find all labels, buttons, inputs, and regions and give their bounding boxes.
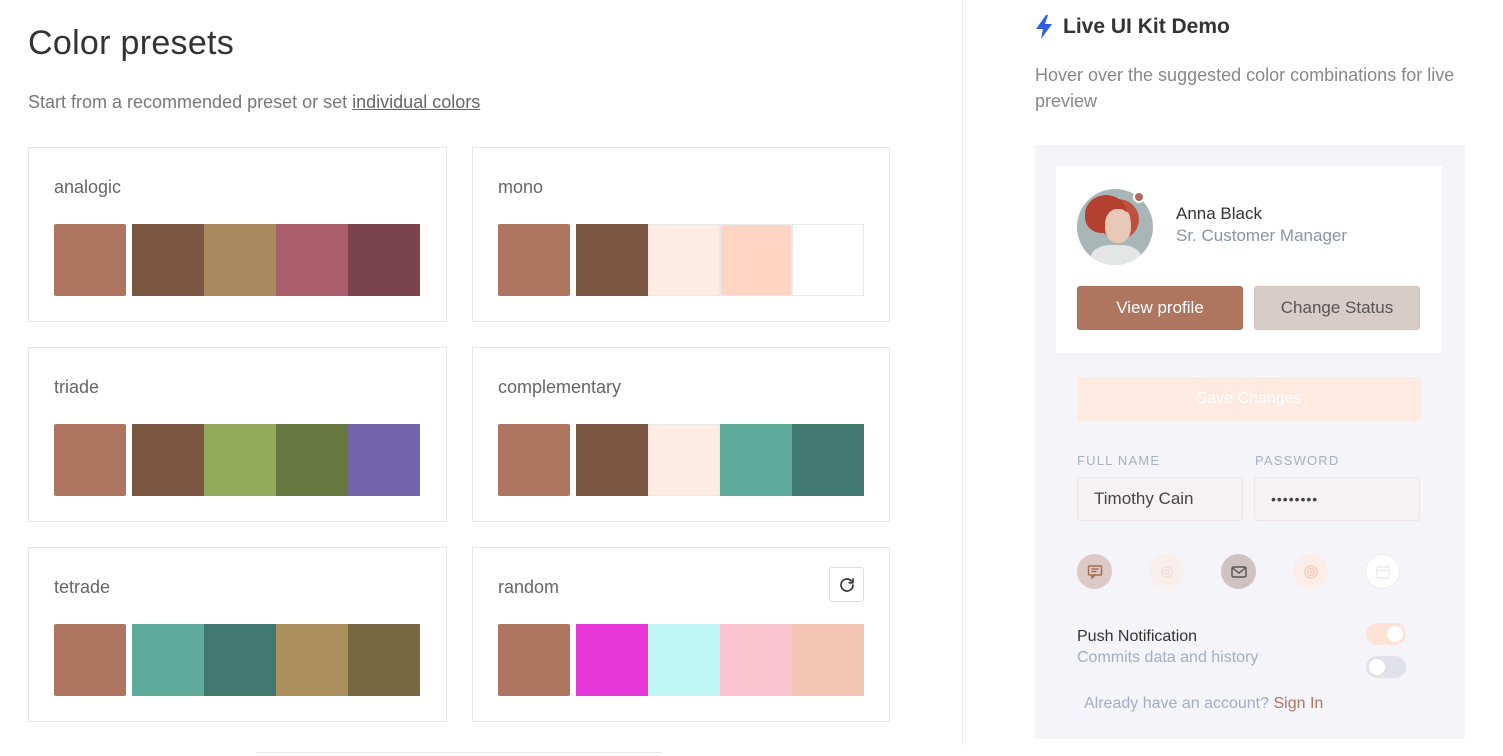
color-swatch	[720, 424, 792, 496]
save-changes-button[interactable]: Save Changes	[1077, 377, 1421, 421]
preset-card-complementary[interactable]: complementary	[472, 347, 890, 522]
refresh-icon	[839, 577, 854, 592]
page-title: Color presets	[28, 24, 235, 62]
color-swatch	[792, 624, 864, 696]
color-swatch	[132, 424, 204, 496]
individual-colors-link[interactable]: individual colors	[352, 92, 480, 112]
color-swatch	[720, 624, 792, 696]
sign-in-prompt: Already have an account? Sign In	[1084, 695, 1323, 713]
target-icon[interactable]	[1293, 554, 1328, 589]
color-swatch	[132, 224, 204, 296]
color-swatch	[276, 224, 348, 296]
preset-card-tetrade[interactable]: tetrade	[28, 547, 447, 722]
profile-card: Anna Black Sr. Customer Manager View pro…	[1056, 166, 1442, 353]
preset-name: triade	[54, 377, 100, 397]
color-swatch	[276, 624, 348, 696]
preset-card-mono[interactable]: mono	[472, 147, 890, 322]
page-subtitle: Start from a recommended preset or set i…	[28, 92, 480, 113]
color-swatch	[648, 424, 720, 496]
preset-swatches	[54, 624, 420, 696]
live-demo-section: Live UI Kit Demo Hover over the suggeste…	[963, 0, 1503, 756]
color-swatch	[792, 424, 864, 496]
preset-card-random[interactable]: random	[472, 547, 890, 722]
subtitle-text: Start from a recommended preset or set	[28, 92, 348, 112]
bottom-divider	[256, 752, 662, 756]
color-swatch	[576, 624, 648, 696]
sign-in-link[interactable]: Sign In	[1273, 695, 1323, 712]
color-swatch	[648, 624, 720, 696]
push-notification-label: Push Notification	[1077, 628, 1198, 645]
color-swatch	[204, 424, 276, 496]
color-swatch	[648, 224, 720, 296]
color-swatch	[204, 624, 276, 696]
color-swatch	[348, 624, 420, 696]
color-swatch	[498, 224, 570, 296]
color-presets-section: Color presets Start from a recommended p…	[0, 0, 962, 756]
demo-header: Live UI Kit Demo	[1035, 15, 1230, 39]
preset-swatches	[498, 224, 864, 296]
preset-name: mono	[498, 177, 544, 197]
preset-card-analogic[interactable]: analogic	[28, 147, 447, 322]
color-swatch	[348, 424, 420, 496]
commits-text: Commits data and history	[1077, 649, 1259, 666]
color-swatch	[792, 224, 864, 296]
preset-swatches	[498, 424, 864, 496]
profile-name: Anna Black	[1176, 204, 1262, 223]
color-swatch	[720, 224, 792, 296]
color-swatch	[204, 224, 276, 296]
lightning-icon	[1036, 15, 1052, 39]
color-swatch	[54, 624, 126, 696]
preset-name: complementary	[498, 377, 622, 397]
preset-swatches	[54, 424, 420, 496]
password-label: PASSWORD	[1255, 453, 1340, 468]
color-swatch	[498, 624, 570, 696]
color-swatch	[576, 424, 648, 496]
color-swatch	[54, 224, 126, 296]
preview-panel: Anna Black Sr. Customer Manager View pro…	[1035, 145, 1465, 739]
calendar-icon[interactable]	[1365, 554, 1400, 589]
profile-role: Sr. Customer Manager	[1176, 226, 1348, 245]
push-toggle-on[interactable]	[1366, 623, 1406, 645]
preset-name: analogic	[54, 177, 122, 197]
chat-icon[interactable]	[1077, 554, 1112, 589]
color-swatch	[132, 624, 204, 696]
color-swatch	[498, 424, 570, 496]
icon-row	[1077, 554, 1400, 589]
mail-icon[interactable]	[1221, 554, 1256, 589]
color-swatch	[576, 224, 648, 296]
preset-card-triade[interactable]: triade	[28, 347, 447, 522]
full-name-input[interactable]: Timothy Cain	[1077, 477, 1243, 521]
preset-swatches	[498, 624, 864, 696]
color-swatch	[348, 224, 420, 296]
full-name-label: FULL NAME	[1077, 453, 1161, 468]
preset-swatches	[54, 224, 420, 296]
refresh-button[interactable]	[829, 567, 864, 602]
demo-description: Hover over the suggested color combinati…	[1035, 65, 1455, 111]
view-profile-button[interactable]: View profile	[1077, 286, 1243, 330]
demo-title: Live UI Kit Demo	[1063, 15, 1230, 38]
change-status-button[interactable]: Change Status	[1254, 286, 1420, 330]
status-dot	[1133, 191, 1145, 203]
preset-name: random	[498, 577, 560, 597]
password-input[interactable]: ••••••••	[1254, 477, 1420, 521]
preset-name: tetrade	[54, 577, 111, 597]
commits-toggle-off[interactable]	[1366, 656, 1406, 678]
settings-icon[interactable]	[1149, 554, 1184, 589]
color-swatch	[276, 424, 348, 496]
color-swatch	[54, 424, 126, 496]
account-text: Already have an account?	[1084, 695, 1270, 712]
